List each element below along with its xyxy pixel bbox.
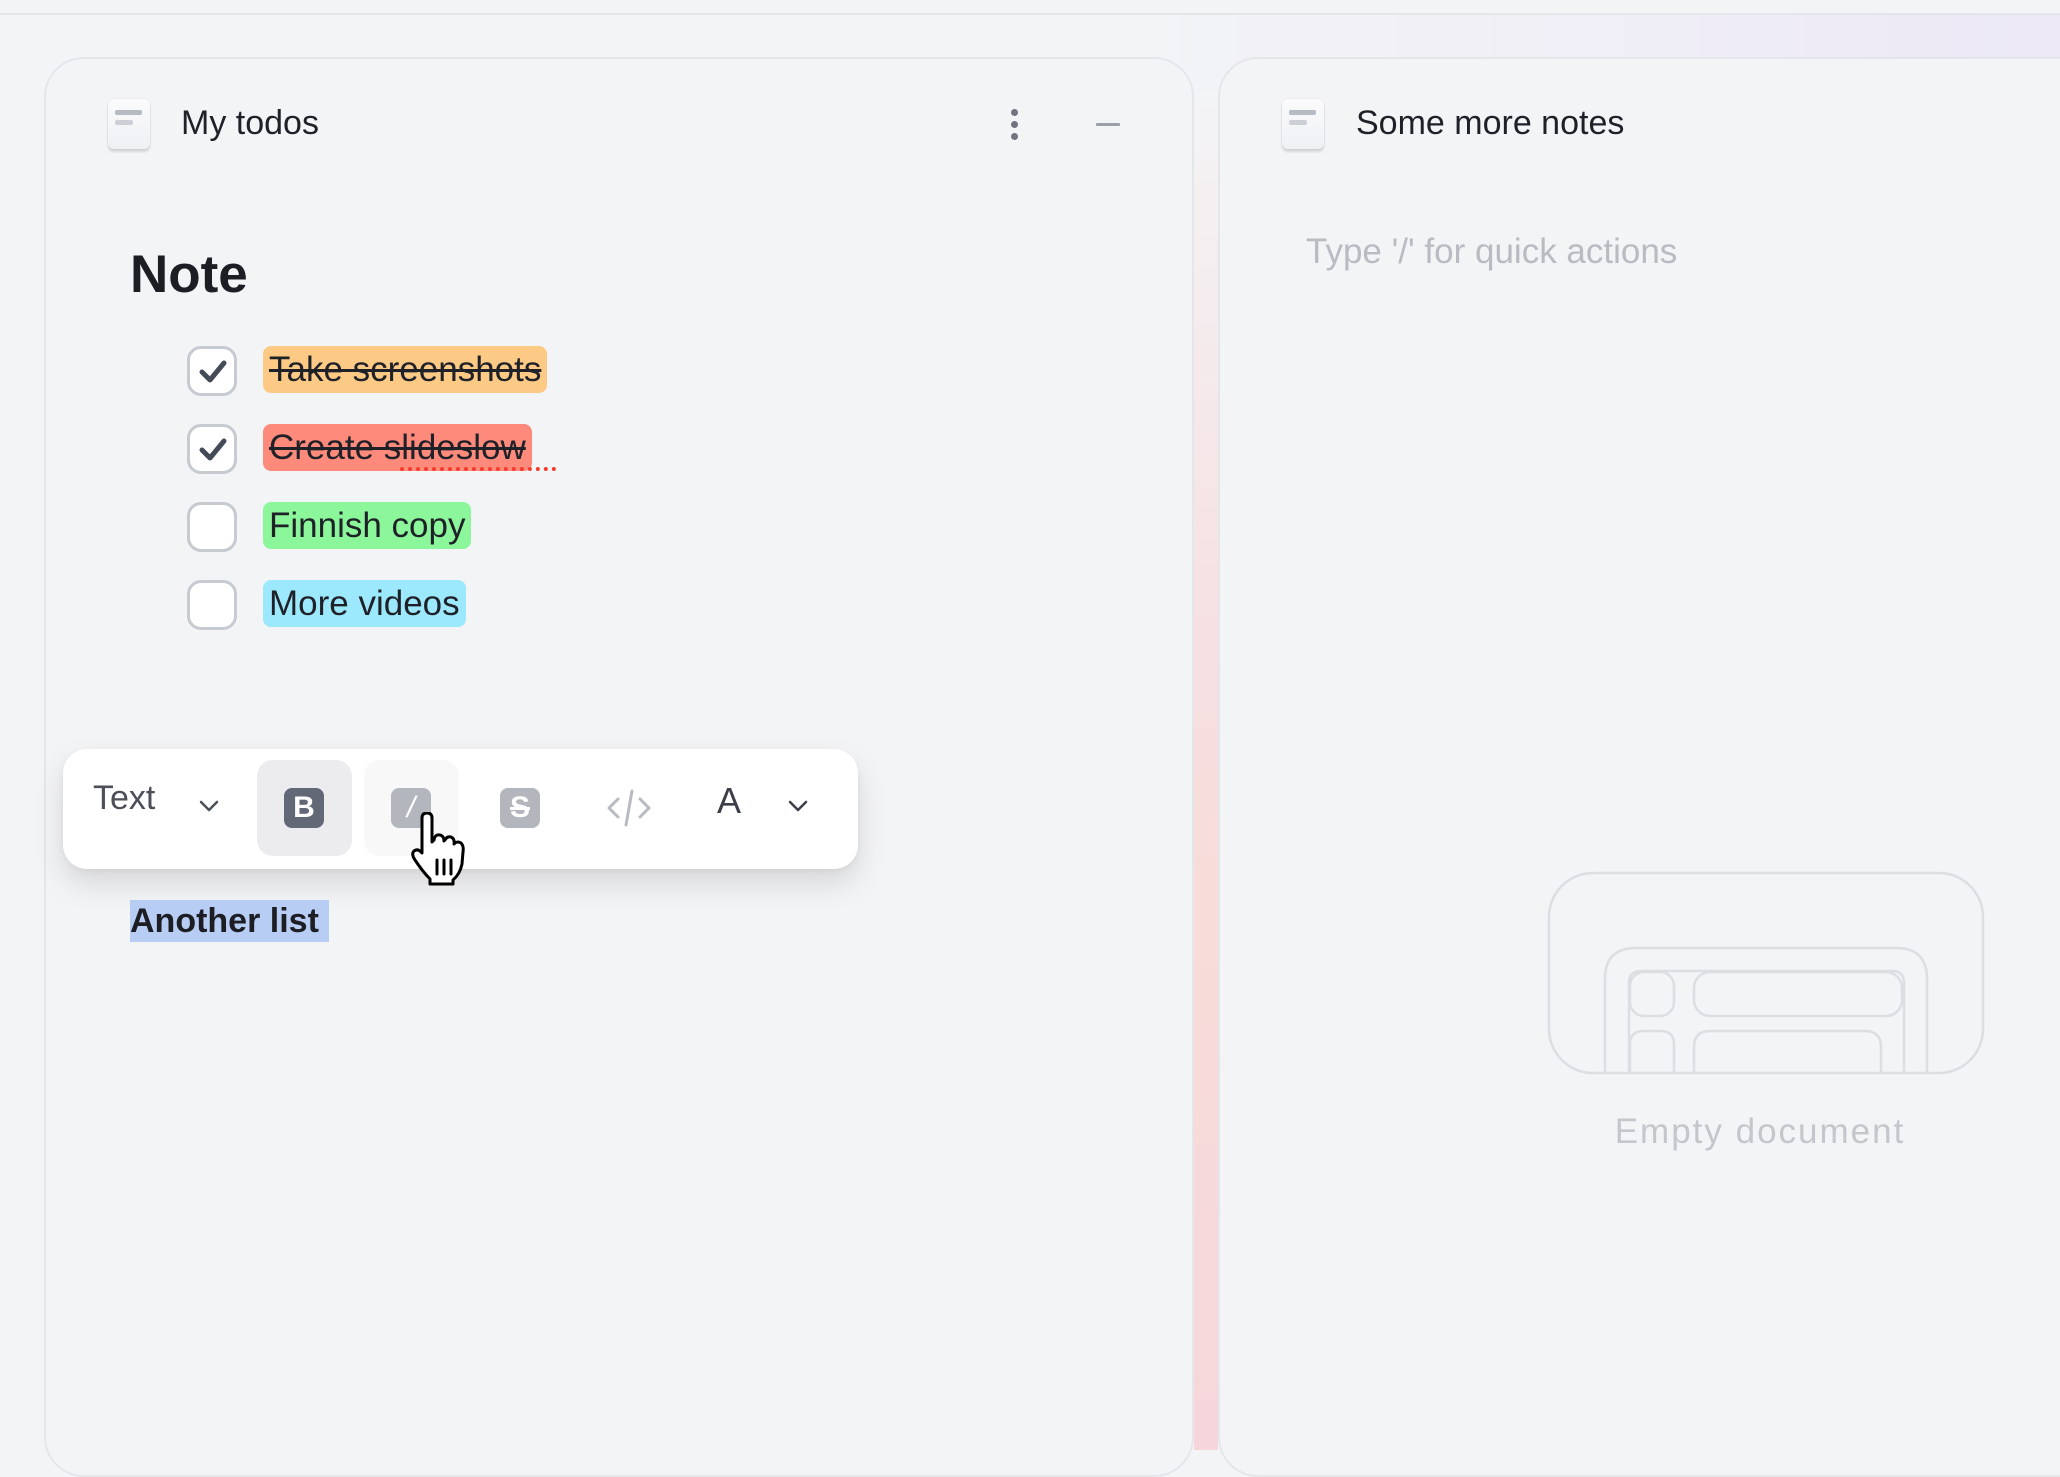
code-button[interactable] (580, 760, 675, 856)
spellcheck-underline (400, 467, 556, 471)
bold-icon: B (284, 788, 324, 828)
note-heading: Note (130, 245, 248, 304)
bold-button[interactable]: B (257, 760, 352, 856)
todo-label[interactable]: Create slideslow (263, 424, 532, 471)
document-icon (108, 99, 150, 149)
panel-gutter (1194, 90, 1218, 1450)
panel-title: Some more notes (1356, 104, 1625, 142)
panel-title: My todos (181, 104, 319, 142)
empty-document-illustration (1547, 871, 1985, 1075)
todo-checkbox[interactable] (187, 580, 237, 630)
checkmark-icon (199, 360, 227, 383)
todo-checkbox[interactable] (187, 502, 237, 552)
todo-label[interactable]: Finnish copy (263, 502, 472, 549)
todo-label[interactable]: More videos (263, 580, 466, 627)
more-vertical-icon[interactable] (1003, 104, 1027, 144)
editor-placeholder[interactable]: Type '/' for quick actions (1306, 232, 1677, 272)
strikethrough-button[interactable]: S (473, 760, 568, 856)
minimize-icon[interactable] (1088, 109, 1128, 139)
checkmark-icon (199, 438, 227, 461)
empty-document-label: Empty document (1614, 1112, 1906, 1151)
code-icon (607, 789, 651, 827)
strikethrough-icon: S (500, 788, 540, 828)
selected-text[interactable]: Another list (130, 900, 329, 942)
chevron-down-icon[interactable] (787, 799, 809, 813)
italic-button[interactable]: / (364, 760, 459, 856)
block-type-select[interactable]: Text (93, 779, 155, 818)
italic-icon: / (391, 788, 431, 828)
chevron-down-icon[interactable] (198, 799, 220, 813)
todo-checkbox-checked[interactable] (187, 346, 237, 396)
formatting-toolbar: Text B / S A (63, 749, 858, 869)
todo-label[interactable]: Take screenshots (263, 346, 548, 393)
document-icon (1282, 99, 1324, 149)
todo-checkbox-checked[interactable] (187, 424, 237, 474)
top-bar (0, 0, 2060, 15)
text-color-button[interactable]: A (717, 780, 741, 822)
